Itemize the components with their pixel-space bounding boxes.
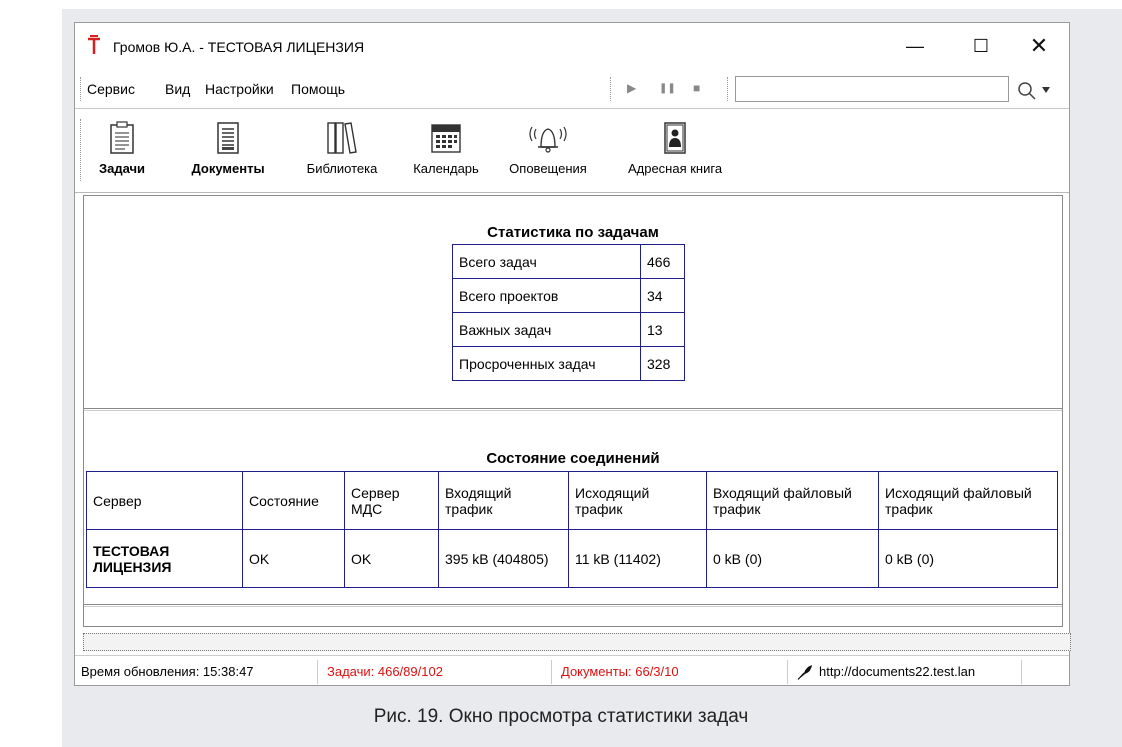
header-server: Сервер <box>86 471 243 530</box>
section-divider <box>84 408 1062 411</box>
search-icon[interactable] <box>1017 81 1037 101</box>
address-book-icon <box>664 122 686 154</box>
header-mds-server: Сервер МДС <box>344 471 439 530</box>
app-logo-icon <box>88 35 100 54</box>
calendar-icon <box>431 124 461 153</box>
status-tasks: Задачи: 466/89/102 <box>327 664 443 679</box>
document-icon <box>217 122 239 154</box>
search-input[interactable] <box>735 76 1009 102</box>
close-button[interactable]: ✕ <box>1019 31 1059 61</box>
cell-state: OK <box>242 529 345 588</box>
toolbar-notifications[interactable]: Оповещения <box>499 121 597 176</box>
menu-help[interactable]: Помощь <box>291 81 345 97</box>
cell-outgoing-traffic: 11 kB (11402) <box>568 529 707 588</box>
stats-value: 13 <box>640 312 685 347</box>
menu-view[interactable]: Вид <box>165 81 190 97</box>
cell-server: ТЕСТОВАЯ ЛИЦЕНЗИЯ <box>86 529 243 588</box>
header-incoming-file-traffic: Входящий файловый трафик <box>706 471 879 530</box>
toolbar-calendar[interactable]: Календарь <box>403 121 489 176</box>
header-state: Состояние <box>242 471 345 530</box>
horizontal-scrollbar[interactable] <box>83 633 1071 651</box>
window-title: Громов Ю.А. - ТЕСТОВАЯ ЛИЦЕНЗИЯ <box>113 39 365 55</box>
toolbar-library[interactable]: Библиотека <box>297 121 387 176</box>
tasks-icon <box>110 121 134 154</box>
stats-title: Статистика по задачам <box>487 224 659 241</box>
toolbar-tasks[interactable]: Задачи <box>95 121 149 176</box>
status-documents: Документы: 66/3/10 <box>561 664 679 679</box>
menu-service[interactable]: Сервис <box>87 81 135 97</box>
figure-caption: Рис. 19. Окно просмотра статистики задач <box>373 706 749 727</box>
stats-label: Просроченных задач <box>452 346 641 381</box>
toolbar-documents[interactable]: Документы <box>181 121 275 176</box>
bell-icon <box>529 126 567 153</box>
header-incoming-traffic: Входящий трафик <box>438 471 569 530</box>
statistics-panel: Статистика по задачам Всего задач 466 Вс… <box>83 195 1063 627</box>
cell-incoming-file-traffic: 0 kB (0) <box>706 529 879 588</box>
library-icon <box>327 122 357 154</box>
search-grip <box>727 77 728 101</box>
table-row: ТЕСТОВАЯ ЛИЦЕНЗИЯ OK OK 395 kB (404805) … <box>86 529 1058 588</box>
cell-mds-server: OK <box>344 529 439 588</box>
table-row: Важных задач 13 <box>452 312 685 347</box>
playback-grip <box>610 77 611 101</box>
table-header-row: Сервер Состояние Сервер МДС Входящий тра… <box>86 471 1058 530</box>
status-separator <box>317 660 318 684</box>
stats-value: 328 <box>640 346 685 381</box>
stop-button[interactable]: ■ <box>693 81 700 95</box>
menu-grip <box>80 77 81 101</box>
header-outgoing-file-traffic: Исходящий файловый трафик <box>878 471 1058 530</box>
main-toolbar: Задачи Документы Библиотека Календарь Оп… <box>75 109 1069 193</box>
status-server-url: http://documents22.test.lan <box>819 664 976 679</box>
stats-label: Важных задач <box>452 312 641 347</box>
cell-incoming-traffic: 395 kB (404805) <box>438 529 569 588</box>
status-separator <box>1021 660 1022 684</box>
maximize-button[interactable]: ☐ <box>961 31 1001 61</box>
table-row: Просроченных задач 328 <box>452 346 685 381</box>
app-window: Громов Ю.А. - ТЕСТОВАЯ ЛИЦЕНЗИЯ — ☐ ✕ Се… <box>74 22 1071 687</box>
header-outgoing-traffic: Исходящий трафик <box>568 471 707 530</box>
stats-label: Всего проектов <box>452 278 641 313</box>
stats-value: 466 <box>640 244 685 279</box>
connections-table: Сервер Состояние Сервер МДС Входящий тра… <box>86 471 1058 588</box>
play-button[interactable]: ▶ <box>627 81 636 95</box>
menu-settings[interactable]: Настройки <box>205 81 274 97</box>
status-separator <box>551 660 552 684</box>
toolbar-tasks-label: Задачи <box>98 161 146 176</box>
title-bar: Громов Ю.А. - ТЕСТОВАЯ ЛИЦЕНЗИЯ — ☐ ✕ <box>75 23 1069 69</box>
toolbar-address-book[interactable]: Адресная книга <box>617 121 733 176</box>
minimize-button[interactable]: — <box>895 31 935 61</box>
connections-title: Состояние соединений <box>486 450 660 467</box>
table-row: Всего задач 466 <box>452 244 685 279</box>
section-divider <box>84 604 1062 607</box>
stats-label: Всего задач <box>452 244 641 279</box>
feather-icon <box>797 665 812 680</box>
table-row: Всего проектов 34 <box>452 278 685 313</box>
toolbar-documents-label: Документы <box>191 161 265 176</box>
toolbar-library-label: Библиотека <box>306 161 378 176</box>
status-update-time: Время обновления: 15:38:47 <box>81 664 254 679</box>
stats-value: 34 <box>640 278 685 313</box>
menu-bar: Сервис Вид Настройки Помощь ▶ ❚❚ ■ <box>75 69 1069 109</box>
pause-button[interactable]: ❚❚ <box>659 83 676 94</box>
stats-table: Всего задач 466 Всего проектов 34 Важных… <box>452 244 685 381</box>
status-bar: Время обновления: 15:38:47 Задачи: 466/8… <box>75 655 1069 687</box>
toolbar-notifications-label: Оповещения <box>509 161 587 176</box>
chevron-down-icon[interactable] <box>1042 87 1050 93</box>
toolbar-calendar-label: Календарь <box>413 161 479 176</box>
cell-outgoing-file-traffic: 0 kB (0) <box>878 529 1058 588</box>
toolbar-address-book-label: Адресная книга <box>627 161 723 176</box>
status-separator <box>787 660 788 684</box>
toolbar-grip <box>80 119 81 181</box>
